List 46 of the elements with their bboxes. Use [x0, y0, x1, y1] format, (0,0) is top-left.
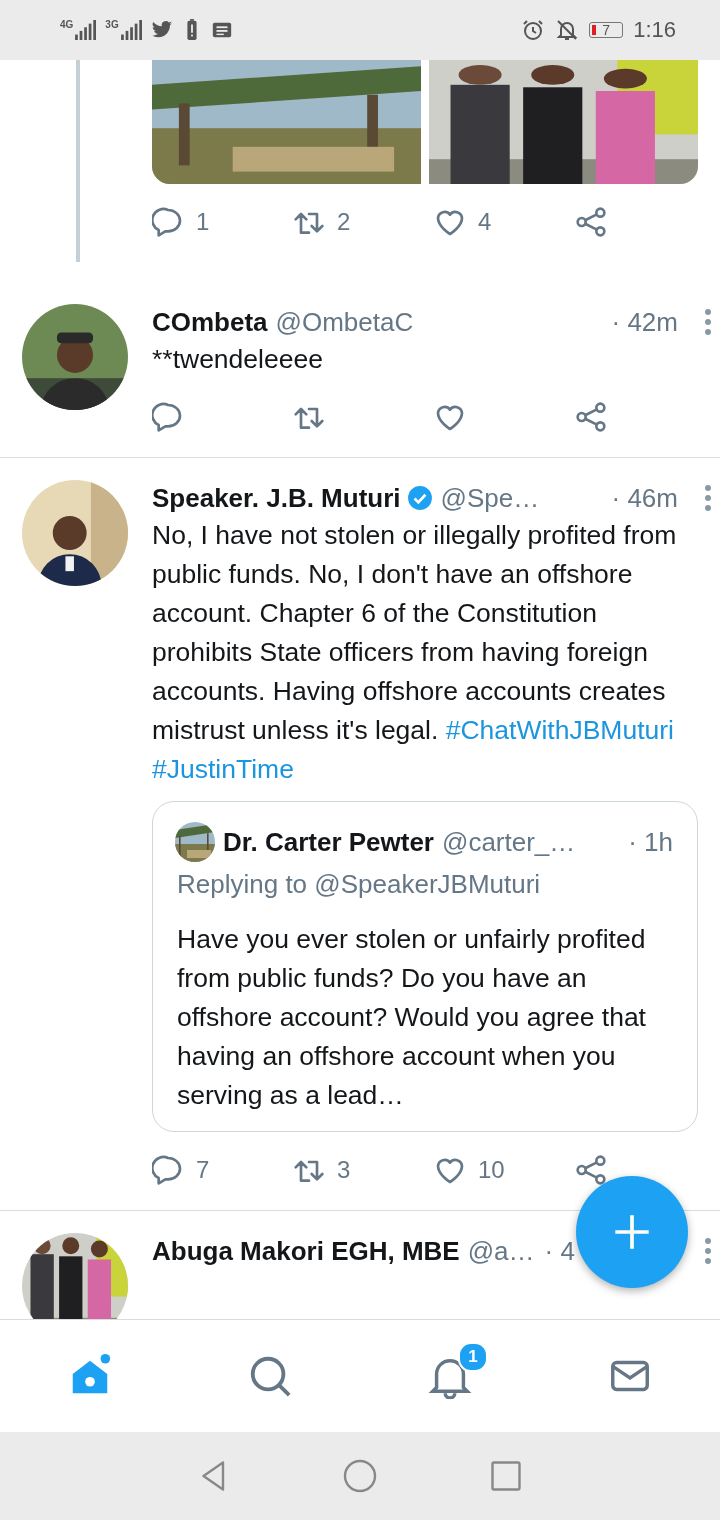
more-icon[interactable]: [704, 308, 712, 336]
quoted-text: Have you ever stolen or unfairly profited from public funds? Do you have an offshore account? Would you agree that having an offshore account when you serving as a lead…: [177, 923, 647, 1112]
signal-icon: [75, 20, 98, 40]
user-handle: @carter_…: [442, 826, 576, 858]
reply-count: 1: [196, 208, 210, 236]
share-icon[interactable]: [575, 401, 607, 433]
plus-icon: [612, 1212, 652, 1252]
share-icon[interactable]: [575, 206, 607, 238]
clock-time: 1:16: [633, 17, 676, 43]
tweet-time: · 46m: [611, 482, 678, 514]
reply-count: 7: [196, 1156, 210, 1184]
retweet-count: 2: [337, 208, 351, 236]
hashtag-link[interactable]: #ChatWithJBMuturi: [445, 715, 674, 745]
recents-icon[interactable]: [488, 1458, 524, 1494]
user-handle: @Spe…: [440, 482, 540, 514]
network-label: 3G: [105, 20, 119, 30]
like-count: 4: [478, 208, 492, 236]
user-handle: @OmbetaC: [275, 306, 414, 338]
tweet-text: No, I have not stolen or illegally profited from public funds. No, I don't have an offshore account. Chapter 6 of the Constitution prohibits State officers from having foreign accounts. Having offshore accounts creates mistrust unless it's legal. #ChatWithJBMuturi #JustinTime: [152, 519, 678, 786]
user-handle: @a…: [467, 1235, 535, 1267]
more-icon[interactable]: [704, 1237, 712, 1265]
tweet-time: · 4: [544, 1235, 575, 1267]
replying-to-text: Replying to @SpeakerJBMuturi: [177, 868, 542, 901]
network-label: 4G: [60, 20, 74, 30]
compose-button[interactable]: [576, 1176, 688, 1288]
like-count: 10: [478, 1156, 505, 1184]
tweet-text: **twendeleeee: [152, 343, 324, 376]
signal-icon: [120, 20, 143, 40]
user-name: COmbeta: [152, 306, 268, 338]
battery-indicator: 7: [589, 22, 624, 38]
user-name: Dr. Carter Pewter: [223, 826, 434, 858]
reply-icon[interactable]: [152, 206, 184, 238]
reply-icon[interactable]: [152, 1154, 184, 1186]
reply-icon[interactable]: [152, 401, 184, 433]
share-icon[interactable]: [575, 1154, 607, 1186]
home-circle-icon[interactable]: [342, 1458, 378, 1494]
notification-badge: 1: [458, 1342, 488, 1372]
tweet-time: · 1h: [628, 826, 673, 858]
retweet-count: 3: [337, 1156, 351, 1184]
user-name: Abuga Makori EGH, MBE: [152, 1235, 460, 1267]
user-name: Speaker. J.B. Muturi: [152, 482, 401, 514]
quoted-tweet-card[interactable]: [152, 801, 698, 1132]
muted-bell-icon: [555, 18, 580, 42]
more-icon[interactable]: [704, 484, 712, 512]
tweet-time: · 42m: [611, 306, 678, 338]
hashtag-link[interactable]: #JustinTime: [152, 754, 294, 784]
